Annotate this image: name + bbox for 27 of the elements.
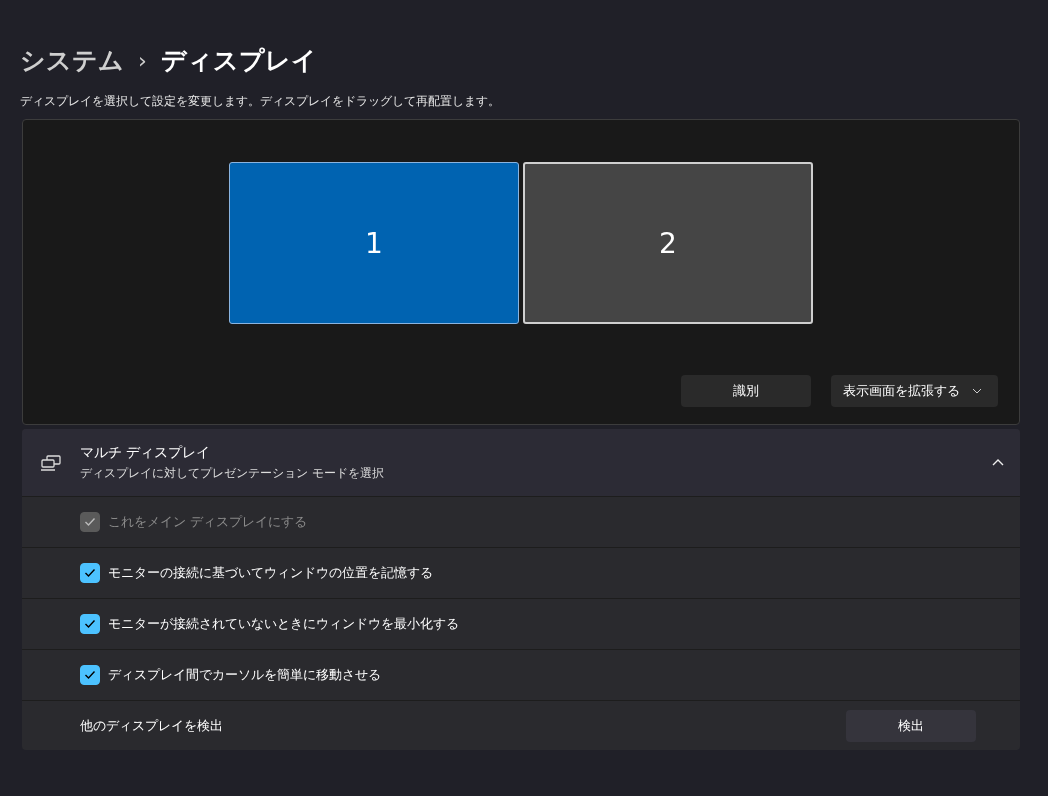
checkmark-icon: [84, 670, 96, 680]
monitors-icon: [40, 454, 62, 471]
multi-display-subtitle: ディスプレイに対してプレゼンテーション モードを選択: [80, 464, 385, 482]
checkmark-icon: [84, 619, 96, 629]
identify-button[interactable]: 識別: [681, 375, 811, 407]
checkbox[interactable]: [80, 614, 100, 634]
chevron-up-icon[interactable]: [992, 459, 1004, 466]
monitor-tile[interactable]: 2: [523, 162, 813, 324]
detect-label: 他のディスプレイを検出: [80, 716, 223, 735]
breadcrumb-separator: ›: [138, 48, 147, 73]
checkbox-label: ディスプレイ間でカーソルを簡単に移動させる: [108, 666, 381, 684]
multi-display-title: マルチ ディスプレイ: [80, 443, 212, 462]
display-mode-dropdown[interactable]: 表示画面を拡張する: [831, 375, 998, 407]
detect-button[interactable]: 検出: [846, 709, 976, 742]
checkmark-icon: [84, 568, 96, 578]
checkbox-label: これをメイン ディスプレイにする: [108, 513, 308, 531]
checkbox-label: モニターが接続されていないときにウィンドウを最小化する: [108, 615, 459, 633]
breadcrumb-parent[interactable]: システム: [20, 44, 124, 77]
checkbox[interactable]: [80, 665, 100, 685]
checkbox-label: モニターの接続に基づいてウィンドウの位置を記憶する: [108, 564, 433, 582]
checkmark-icon: [84, 517, 96, 527]
page-title: ディスプレイ: [160, 45, 317, 77]
multi-display-header[interactable]: マルチ ディスプレイ ディスプレイに対してプレゼンテーション モードを選択: [22, 429, 1020, 497]
chevron-down-icon: [972, 388, 982, 394]
monitor-tile[interactable]: 1: [229, 162, 519, 324]
description-text: ディスプレイを選択して設定を変更します。ディスプレイをドラッグして再配置します。: [20, 93, 501, 110]
checkbox[interactable]: [80, 563, 100, 583]
